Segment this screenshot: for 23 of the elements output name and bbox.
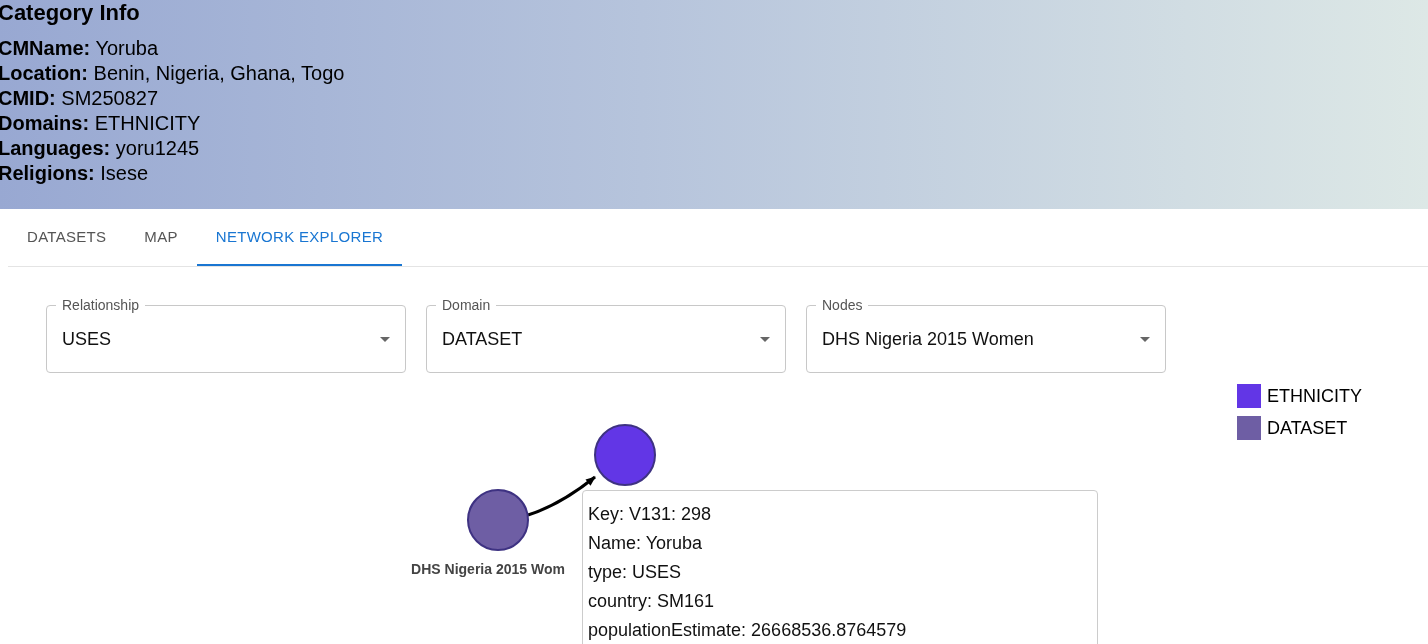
tab[interactable]: NETWORK EXPLORER (196, 209, 403, 266)
info-line: Religions: Isese (0, 161, 150, 186)
tooltip-line: country: SM161 (588, 590, 715, 613)
node-label: DHS Nigeria 2015 Wom (411, 561, 565, 577)
info-line: Location: Benin, Nigeria, Ghana, Togo (0, 61, 346, 86)
caret-icon (380, 336, 390, 342)
caret-icon (760, 336, 770, 342)
info-line: Domains: ETHNICITY (0, 111, 202, 136)
graph-node[interactable] (594, 424, 656, 486)
tooltip-line: Name: Yoruba (588, 532, 703, 555)
caret-icon (1140, 336, 1150, 342)
select-field[interactable]: Relationship USES (46, 297, 406, 373)
graph-node[interactable] (467, 489, 529, 551)
info-line: Languages: yoru1245 (0, 136, 201, 161)
legend-label: DATASET (1267, 417, 1348, 439)
legend-label: ETHNICITY (1267, 385, 1362, 407)
select-field[interactable]: Domain DATASET (426, 297, 786, 373)
tooltip-line: type: USES (588, 561, 682, 584)
tab[interactable]: MAP (125, 209, 197, 266)
tab[interactable]: DATASETS (8, 209, 126, 266)
select-field[interactable]: Nodes DHS Nigeria 2015 Women (806, 297, 1166, 373)
tooltip-line: Key: V131: 298 (588, 503, 712, 526)
tooltip-line: populationEstimate: 26668536.8764579 (588, 619, 907, 642)
